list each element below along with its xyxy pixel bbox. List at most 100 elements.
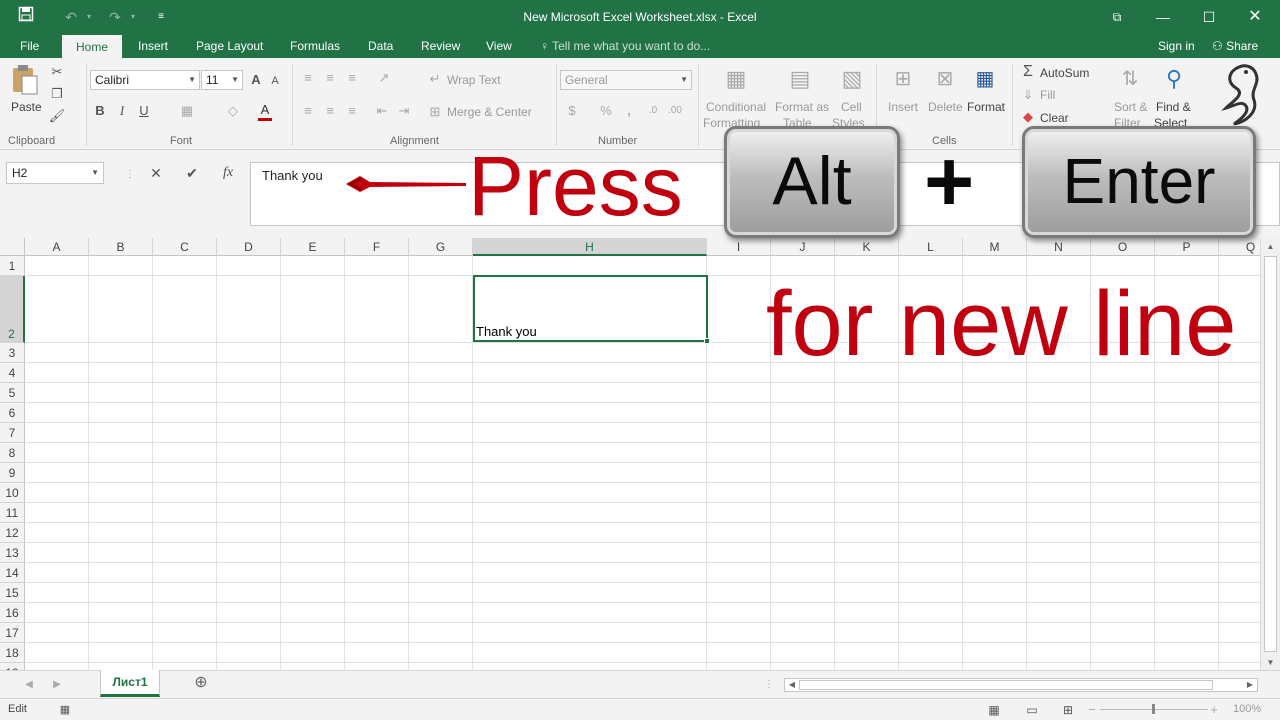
increase-font-icon[interactable]: A	[248, 72, 264, 88]
zoom-slider-thumb[interactable]	[1152, 704, 1155, 714]
number-format-select[interactable]: General ▼	[560, 70, 692, 90]
borders-icon[interactable]: ▦	[178, 103, 196, 119]
fill-button[interactable]: Fill	[1040, 88, 1055, 102]
horizontal-scrollbar[interactable]: ◀ ▶	[784, 678, 1258, 692]
column-header-g[interactable]: G	[409, 238, 473, 256]
horizontal-scroll-thumb[interactable]	[799, 680, 1213, 690]
column-header-i[interactable]: I	[707, 238, 771, 256]
align-middle-icon[interactable]: ≡	[322, 70, 338, 86]
increase-decimal-icon[interactable]: .0	[644, 103, 662, 119]
format-cells-icon[interactable]: ▦	[972, 64, 998, 94]
minimize-icon[interactable]: —	[1152, 6, 1174, 28]
row-header-4[interactable]: 4	[0, 363, 25, 383]
column-header-j[interactable]: J	[771, 238, 835, 256]
find-select-icon[interactable]: ⚲	[1160, 64, 1188, 94]
row-header-6[interactable]: 6	[0, 403, 25, 423]
row-header-11[interactable]: 11	[0, 503, 25, 523]
align-top-icon[interactable]: ≡	[300, 70, 316, 86]
row-header-10[interactable]: 10	[0, 483, 25, 503]
font-color-icon[interactable]: A	[256, 102, 274, 121]
tab-split-handle-icon[interactable]: ⋮	[764, 677, 774, 693]
macro-record-icon[interactable]: ▦	[58, 702, 72, 718]
zoom-in-icon[interactable]: +	[1208, 702, 1220, 718]
column-header-k[interactable]: K	[835, 238, 899, 256]
row-header-17[interactable]: 17	[0, 623, 25, 643]
format-as-table-label[interactable]: Format as	[775, 100, 829, 114]
column-header-l[interactable]: L	[899, 238, 963, 256]
conditional-formatting-label[interactable]: Conditional	[706, 100, 766, 114]
paste-icon[interactable]	[10, 64, 40, 96]
comma-style-icon[interactable]: ,	[622, 103, 636, 119]
add-sheet-icon[interactable]: ⊕	[192, 675, 210, 691]
row-header-18[interactable]: 18	[0, 643, 25, 663]
column-header-h[interactable]: H	[473, 238, 707, 256]
cell-styles-icon[interactable]: ▧	[838, 64, 866, 94]
fill-color-icon[interactable]: ◇	[224, 103, 242, 119]
merge-center-icon[interactable]: ⊞	[427, 104, 443, 120]
sort-filter-icon[interactable]: ⇅	[1116, 64, 1144, 94]
font-size-select[interactable]: 11 ▼	[201, 70, 243, 90]
column-header-f[interactable]: F	[345, 238, 409, 256]
column-header-c[interactable]: C	[153, 238, 217, 256]
cancel-entry-icon[interactable]: ✕	[144, 162, 168, 184]
close-icon[interactable]: ✕	[1244, 6, 1266, 28]
row-header-13[interactable]: 13	[0, 543, 25, 563]
tab-formulas[interactable]: Formulas	[290, 34, 340, 58]
column-header-n[interactable]: N	[1027, 238, 1091, 256]
orientation-icon[interactable]: ↗	[374, 70, 394, 86]
share-button[interactable]: ⚇ Share	[1212, 34, 1258, 58]
column-header-a[interactable]: A	[25, 238, 89, 256]
delete-cells-label[interactable]: Delete	[928, 100, 963, 114]
find-select-label[interactable]: Find &	[1156, 100, 1191, 114]
select-all-corner[interactable]	[0, 238, 25, 256]
tell-me-search[interactable]: ♀ Tell me what you want to do...	[540, 34, 710, 58]
prev-sheet-icon[interactable]: ◀	[22, 677, 36, 693]
eraser-icon[interactable]: ◆	[1020, 109, 1036, 125]
align-left-icon[interactable]: ≡	[300, 103, 316, 119]
conditional-formatting-icon[interactable]: ▦	[722, 64, 750, 94]
name-box[interactable]: H2 ▼	[6, 162, 104, 184]
insert-cells-label[interactable]: Insert	[888, 100, 918, 114]
insert-function-icon[interactable]: fx	[216, 162, 240, 184]
row-header-19[interactable]: 19	[0, 663, 25, 670]
vertical-scrollbar[interactable]: ▲ ▼	[1260, 238, 1280, 670]
decrease-decimal-icon[interactable]: .00	[666, 103, 684, 119]
insert-cells-icon[interactable]: ⊞	[890, 64, 916, 94]
sheet-tab-active[interactable]: Лист1	[100, 670, 160, 697]
format-cells-label[interactable]: Format	[967, 100, 1005, 114]
tab-view[interactable]: View	[486, 34, 512, 58]
page-layout-view-icon[interactable]: ▭	[1024, 702, 1040, 718]
zoom-out-icon[interactable]: −	[1086, 702, 1098, 718]
bold-button[interactable]: B	[92, 103, 108, 119]
column-header-q[interactable]: Q	[1219, 238, 1260, 256]
align-right-icon[interactable]: ≡	[344, 103, 360, 119]
ribbon-display-options-icon[interactable]: ⧉	[1106, 6, 1128, 28]
merge-center-button[interactable]: Merge & Center	[447, 105, 532, 119]
cut-icon[interactable]: ✂	[48, 64, 66, 80]
increase-indent-icon[interactable]: ⇥	[396, 103, 412, 119]
row-header-5[interactable]: 5	[0, 383, 25, 403]
percent-icon[interactable]: %	[598, 103, 614, 119]
italic-button[interactable]: I	[114, 103, 130, 119]
scroll-right-icon[interactable]: ▶	[1243, 679, 1257, 691]
column-header-o[interactable]: O	[1091, 238, 1155, 256]
format-as-table-icon[interactable]: ▤	[786, 64, 814, 94]
row-header-12[interactable]: 12	[0, 523, 25, 543]
align-bottom-icon[interactable]: ≡	[344, 70, 360, 86]
normal-view-icon[interactable]: ▦	[986, 702, 1002, 718]
font-name-select[interactable]: Calibri ▼	[90, 70, 200, 90]
row-header-16[interactable]: 16	[0, 603, 25, 623]
delete-cells-icon[interactable]: ⊠	[932, 64, 958, 94]
row-header-3[interactable]: 3	[0, 343, 25, 363]
zoom-level[interactable]: 100%	[1233, 703, 1261, 715]
selected-cell-h2[interactable]: Thank you	[473, 275, 710, 344]
cell-styles-label[interactable]: Cell	[841, 100, 862, 114]
sign-in-link[interactable]: Sign in	[1158, 34, 1195, 58]
scroll-up-icon[interactable]: ▲	[1261, 242, 1280, 251]
align-center-icon[interactable]: ≡	[322, 103, 338, 119]
column-header-e[interactable]: E	[281, 238, 345, 256]
copy-icon[interactable]: ❐	[48, 86, 66, 102]
wrap-text-button[interactable]: Wrap Text	[447, 73, 501, 87]
sort-filter-label[interactable]: Sort &	[1114, 100, 1147, 114]
wrap-text-icon[interactable]: ↵	[427, 71, 443, 87]
